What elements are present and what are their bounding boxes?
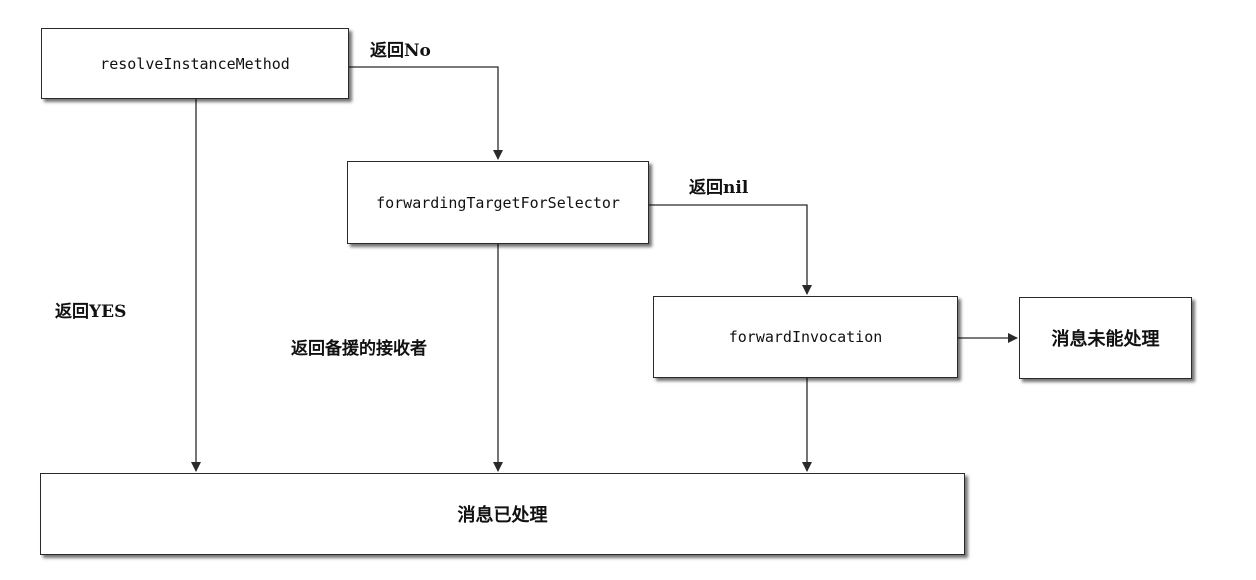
- node-message-unhandled: 消息未能处理: [1019, 297, 1192, 379]
- node-forwarding-target-for-selector-label: forwardingTargetForSelector: [376, 193, 620, 212]
- edge-label-return-no: 返回No: [370, 41, 431, 61]
- edge-label-return-yes: 返回YES: [55, 302, 127, 322]
- edge-resolve-to-forwarding-target: [349, 66, 503, 160]
- node-message-handled: 消息已处理: [40, 473, 965, 555]
- node-forwarding-target-for-selector: forwardingTargetForSelector: [347, 161, 649, 244]
- edge-label-return-backup-receiver: 返回备援的接收者: [291, 339, 427, 359]
- edge-forwarding-target-to-forward-invocation: [649, 204, 812, 295]
- node-message-handled-label: 消息已处理: [457, 505, 548, 526]
- flow-diagram: resolveInstanceMethod forwardingTargetFo…: [0, 0, 1256, 580]
- node-resolve-instance-method: resolveInstanceMethod: [41, 28, 349, 99]
- edge-label-return-nil: 返回nil: [689, 178, 749, 198]
- node-message-unhandled-label: 消息未能处理: [1051, 329, 1160, 350]
- node-forward-invocation: forwardInvocation: [653, 296, 958, 378]
- node-forward-invocation-label: forwardInvocation: [728, 328, 883, 346]
- node-resolve-instance-method-label: resolveInstanceMethod: [100, 54, 290, 73]
